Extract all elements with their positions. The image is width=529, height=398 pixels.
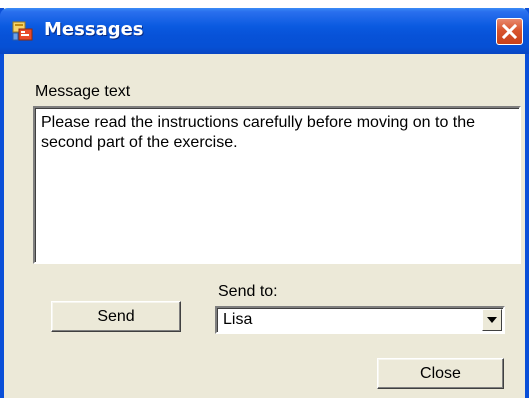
send-to-selected-value: Lisa	[223, 311, 253, 328]
window-title: Messages	[44, 19, 144, 40]
screen: Messages Message text Please read the in…	[0, 0, 529, 398]
close-icon[interactable]	[496, 18, 523, 45]
messages-app-icon	[12, 20, 34, 42]
send-to-label: Send to:	[218, 283, 278, 300]
close-button[interactable]: Close	[377, 358, 504, 389]
send-to-dropdown[interactable]: Lisa	[215, 306, 505, 334]
title-bar[interactable]: Messages	[0, 8, 529, 54]
dropdown-arrow-icon[interactable]	[482, 309, 502, 331]
message-text-label: Message text	[35, 83, 131, 100]
message-text-field[interactable]: Please read the instructions carefully b…	[33, 106, 521, 264]
messages-dialog: Messages Message text Please read the in…	[0, 8, 529, 398]
send-button[interactable]: Send	[51, 301, 181, 332]
